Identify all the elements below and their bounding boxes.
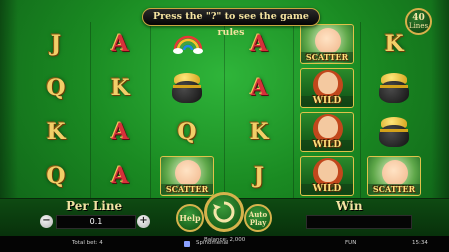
help-button[interactable]: Help xyxy=(176,204,204,232)
pot-of-gold-icon xyxy=(378,117,410,149)
symbol-a: A xyxy=(111,119,129,145)
face-icon xyxy=(318,116,338,138)
win-label: Win xyxy=(336,199,363,213)
symbol-j: J xyxy=(253,163,265,189)
stage-edge-left xyxy=(0,0,18,200)
symbol-a: A xyxy=(111,31,129,57)
symbol-a: A xyxy=(111,163,129,189)
stage-edge-right xyxy=(431,0,449,200)
wild-symbol: WILD xyxy=(300,112,354,152)
symbol-k: K xyxy=(110,75,130,101)
increase-bet-button[interactable]: + xyxy=(137,215,150,228)
scatter-symbol: SCATTER xyxy=(160,156,214,196)
reel-3: Q SCATTER xyxy=(157,22,217,198)
clock: 15:34 xyxy=(412,240,428,246)
pot-of-gold-symbol xyxy=(157,66,217,110)
pot-of-gold-symbol xyxy=(364,110,424,154)
rainbow-icon xyxy=(173,35,203,54)
baby-icon xyxy=(175,160,201,186)
reel-divider xyxy=(293,22,294,198)
spin-icon xyxy=(213,201,235,223)
baby-icon xyxy=(315,28,341,54)
reel-2: A K A A xyxy=(90,22,150,198)
lines-count: 40 xyxy=(412,13,425,23)
wild-symbol: WILD xyxy=(300,156,354,196)
per-line-value: 0.1 xyxy=(56,215,136,229)
symbol-q: Q xyxy=(46,75,66,101)
decrease-bet-button[interactable]: − xyxy=(40,215,53,228)
face-icon xyxy=(318,160,338,182)
lines-label: Lines xyxy=(408,22,429,30)
reel-4: A A K J xyxy=(229,22,289,198)
reel-divider xyxy=(360,22,361,198)
reel-1: J Q K Q xyxy=(26,22,86,198)
reel-6: K SCATTER xyxy=(364,22,424,198)
spin-button[interactable] xyxy=(204,192,244,232)
symbol-k: K xyxy=(46,119,66,145)
symbol-k: K xyxy=(249,119,269,145)
rainbow-symbol xyxy=(157,22,217,66)
autoplay-button[interactable]: Auto Play xyxy=(244,204,272,232)
autoplay-label-play: Play xyxy=(249,218,267,227)
symbol-a: A xyxy=(250,75,268,101)
symbol-q: Q xyxy=(46,163,66,189)
scatter-symbol: SCATTER xyxy=(367,156,421,196)
reel-divider xyxy=(150,22,151,198)
balance: Balance: 2,000 xyxy=(204,237,246,243)
wild-symbol: WILD xyxy=(300,68,354,108)
rules-hint-banner: Press the "?" to see the game rules xyxy=(142,8,320,38)
face-icon xyxy=(318,72,338,94)
lines-badge: 40 Lines xyxy=(405,8,432,35)
pot-of-gold-symbol xyxy=(364,66,424,110)
scatter-symbol: SCATTER xyxy=(300,24,354,64)
pot-of-gold-icon xyxy=(171,73,203,105)
symbol-j: J xyxy=(50,31,62,57)
per-line-label: Per Line xyxy=(66,199,123,213)
total-bet: Total bet: 4 xyxy=(72,240,103,246)
reel-5: SCATTER WILD WILD WILD xyxy=(297,22,357,198)
reel-divider xyxy=(224,22,225,198)
mode-label: FUN xyxy=(345,240,357,246)
game-stage: J Q K Q A K A A Q SCATTER A A K J SCATTE… xyxy=(0,0,449,252)
symbol-q: Q xyxy=(177,119,197,145)
win-value xyxy=(306,215,412,229)
provider-logo-icon xyxy=(184,241,190,247)
pot-of-gold-icon xyxy=(378,73,410,105)
baby-icon xyxy=(382,160,408,186)
